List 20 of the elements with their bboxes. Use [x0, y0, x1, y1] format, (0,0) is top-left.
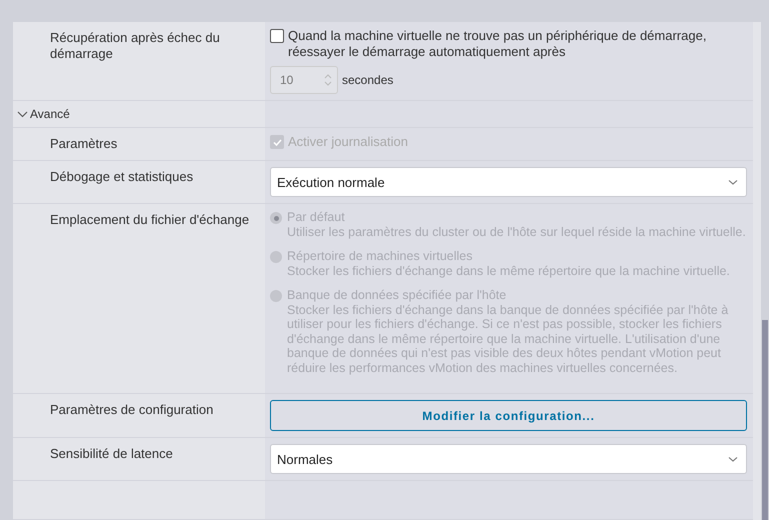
- field-label: Débogage et statistiques: [50, 169, 194, 184]
- section-toggle[interactable]: Avancé: [13, 101, 265, 127]
- chevron-icon: [17, 109, 28, 119]
- field-label: Emplacement du fichier d'échange: [50, 212, 250, 227]
- edit-configuration-button[interactable]: Modifier la configuration...: [270, 400, 747, 431]
- chevron-down-icon: [728, 177, 738, 187]
- unit-label: secondes: [342, 73, 394, 87]
- scrollbar-thumb[interactable]: [762, 320, 768, 520]
- dropdown[interactable]: Normales: [270, 444, 747, 474]
- field-label: Paramètres: [50, 136, 118, 151]
- checkbox[interactable]: [270, 29, 284, 43]
- field-label: Récupération après échec du démarrage: [50, 30, 220, 61]
- dropdown[interactable]: Exécution normale: [270, 167, 747, 197]
- checkmark-icon: [272, 138, 282, 146]
- checkbox-label: Activer journalisation: [288, 134, 408, 150]
- field-label: Sensibilité de latence: [50, 446, 173, 461]
- checkbox-label: Quand la machine virtuelle ne trouve pas un périphérique de démarrage, réessayer le démarrage automatiquement après: [288, 28, 708, 60]
- field-label: Paramètres de configuration: [50, 402, 214, 417]
- chevron-down-icon: [728, 454, 738, 464]
- stepper-icon: [323, 72, 333, 88]
